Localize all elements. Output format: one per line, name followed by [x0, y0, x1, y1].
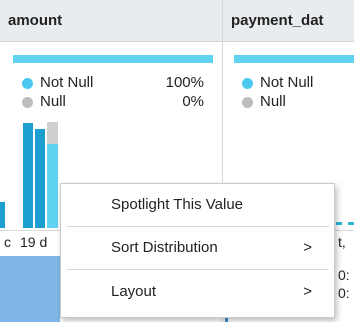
- selection-highlight[interactable]: [0, 256, 60, 322]
- column-header-label: amount: [8, 12, 63, 29]
- column-header-label: payment_dat: [231, 12, 324, 29]
- null-percent: 0%: [182, 93, 204, 110]
- legend-null: Null: [242, 93, 354, 111]
- distribution-line: [336, 222, 354, 225]
- column-header-amount[interactable]: amount: [0, 0, 222, 42]
- menu-item-label: Layout: [111, 283, 157, 300]
- menu-separator: [67, 269, 329, 270]
- null-dot-icon: [242, 97, 253, 108]
- chevron-right-icon: >: [303, 283, 312, 300]
- column-header-payment-date[interactable]: payment_dat: [223, 0, 354, 42]
- cell-partial-left: c: [4, 234, 11, 250]
- not-null-ratio-bar: [234, 55, 354, 63]
- cell-partial-right: 0:: [338, 267, 350, 283]
- histogram-bar[interactable]: [47, 144, 58, 228]
- not-null-ratio-bar: [13, 55, 213, 63]
- menu-item-spotlight-this-value[interactable]: Spotlight This Value: [61, 186, 334, 224]
- not-null-label: Not Null: [260, 74, 314, 91]
- cell-partial-right: t,: [338, 234, 346, 250]
- not-null-label: Not Null: [40, 74, 94, 91]
- not-null-dot-icon: [22, 78, 33, 89]
- not-null-dot-icon: [242, 78, 253, 89]
- menu-item-label: Sort Distribution: [111, 239, 218, 256]
- histogram-bar-highlight[interactable]: [47, 122, 58, 144]
- legend-not-null: Not Null: [242, 74, 354, 92]
- menu-item-label: Spotlight This Value: [111, 196, 244, 213]
- null-label: Null: [40, 93, 66, 110]
- cell-partial-right: 0:: [338, 285, 350, 301]
- histogram-bar[interactable]: [23, 123, 33, 228]
- menu-separator: [67, 226, 329, 227]
- menu-item-sort-distribution[interactable]: Sort Distribution >: [61, 229, 334, 267]
- context-menu: Spotlight This Value Sort Distribution >…: [60, 183, 335, 318]
- histogram-bar-partial[interactable]: [0, 202, 5, 228]
- menu-item-layout[interactable]: Layout >: [61, 273, 334, 311]
- cell-amount-value[interactable]: 19 d: [20, 232, 47, 252]
- histogram-bar[interactable]: [35, 129, 45, 228]
- null-dot-icon: [22, 97, 33, 108]
- null-label: Null: [260, 93, 286, 110]
- not-null-percent: 100%: [165, 74, 204, 91]
- chevron-right-icon: >: [303, 239, 312, 256]
